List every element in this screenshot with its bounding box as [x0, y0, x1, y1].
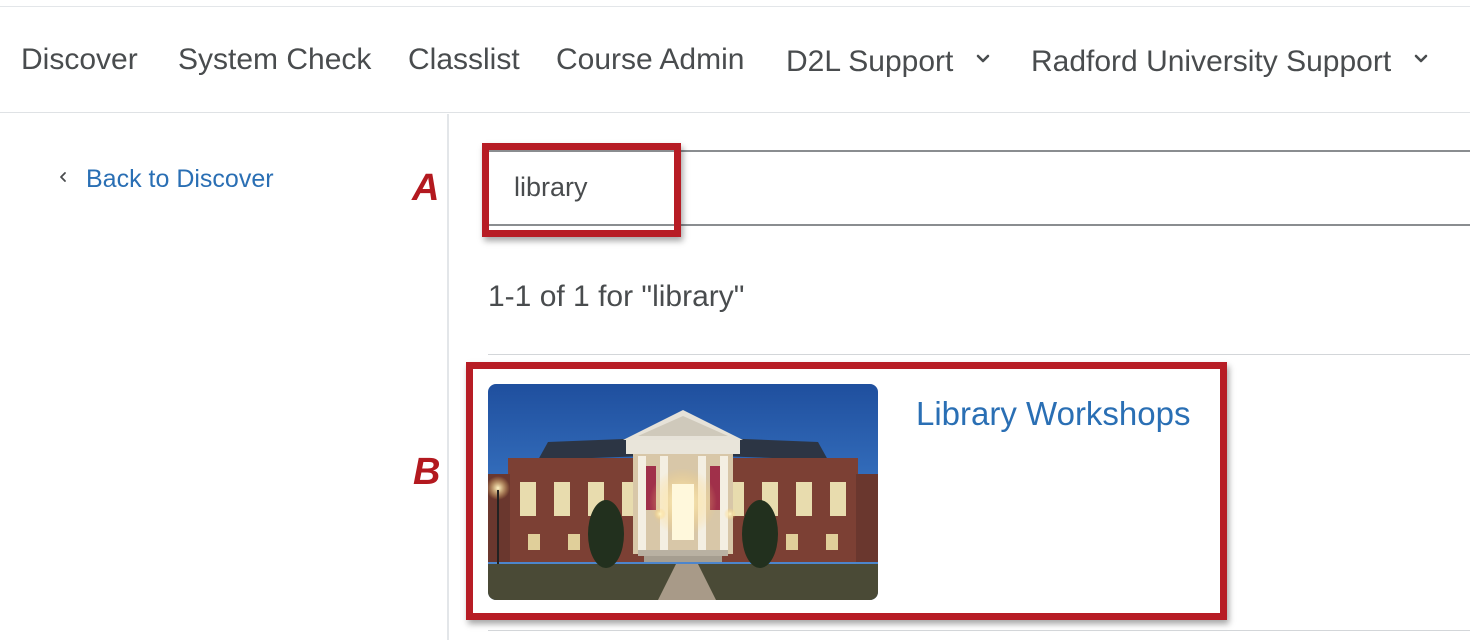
results-count: 1-1 of 1 for "library" [488, 280, 745, 313]
nav-label-radford-support: Radford University Support [1031, 45, 1392, 78]
nav-label-system-check: System Check [178, 43, 372, 76]
course-navbar: Discover System Check Classlist Course A… [0, 7, 1470, 113]
back-to-discover-label: Back to Discover [86, 165, 274, 193]
nav-label-d2l-support: D2L Support [786, 45, 954, 78]
annotation-box-a [482, 143, 681, 237]
nav-label-discover: Discover [21, 43, 138, 76]
nav-item-d2l-support[interactable]: D2L Support [786, 45, 990, 79]
nav-item-course-admin[interactable]: Course Admin [556, 43, 744, 77]
annotation-marker-a: A [412, 167, 440, 209]
results-divider [488, 354, 1470, 355]
chevron-down-icon [976, 54, 989, 63]
annotation-marker-b: B [413, 451, 441, 493]
annotation-box-b [466, 362, 1227, 620]
chevron-down-icon [1414, 54, 1427, 63]
back-to-discover-link[interactable]: Back to Discover [58, 164, 274, 194]
nav-label-classlist: Classlist [408, 43, 520, 76]
nav-item-classlist[interactable]: Classlist [408, 43, 520, 77]
results-divider-bottom [488, 630, 1470, 631]
nav-label-course-admin: Course Admin [556, 43, 745, 76]
chevron-left-icon [60, 172, 66, 183]
nav-item-radford-support[interactable]: Radford University Support [1031, 45, 1428, 79]
nav-item-discover[interactable]: Discover [21, 43, 138, 77]
nav-item-system-check[interactable]: System Check [178, 43, 371, 77]
